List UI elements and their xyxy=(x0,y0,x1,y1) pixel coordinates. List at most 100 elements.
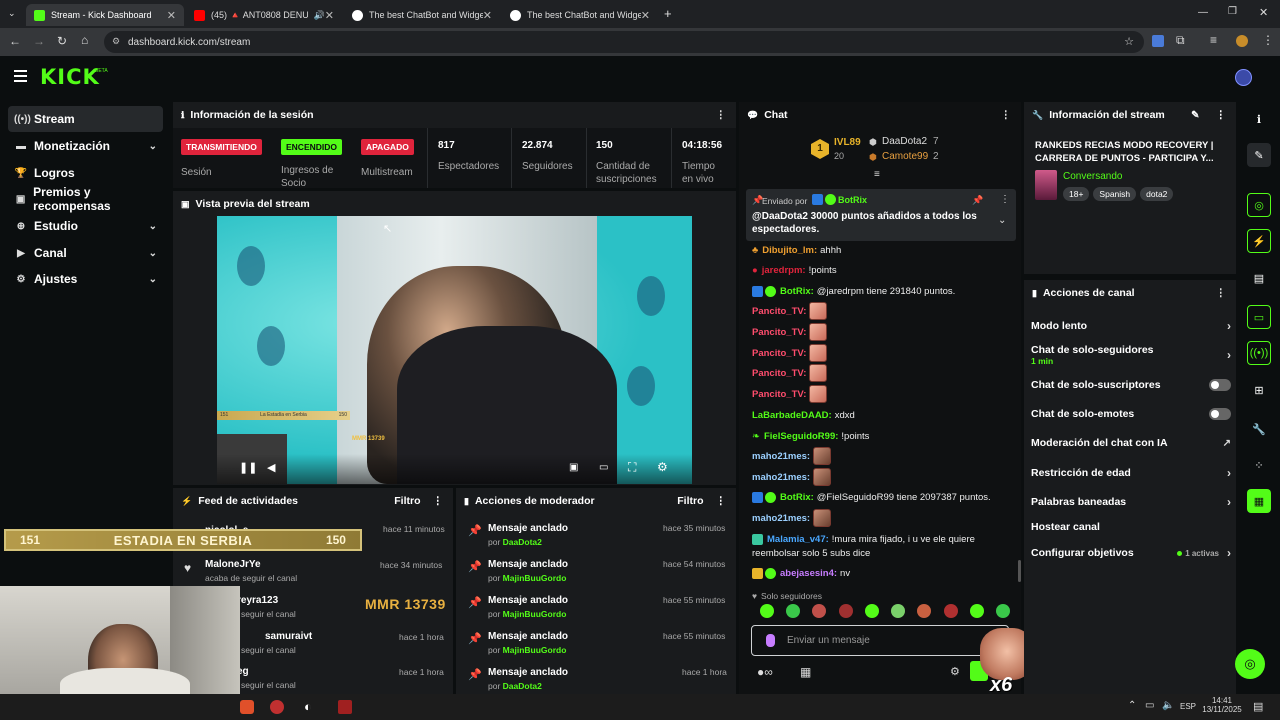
filter-button[interactable]: Filtro xyxy=(677,495,703,507)
mod-user[interactable]: DaaDota2 xyxy=(503,537,542,547)
tab-chatbot-1[interactable]: The best ChatBot and Widgets ✕ xyxy=(344,4,500,26)
info-icon[interactable]: ℹ xyxy=(1247,107,1271,131)
close-icon[interactable]: ✕ xyxy=(483,9,492,22)
tag[interactable]: Spanish xyxy=(1093,187,1137,201)
chat-user[interactable]: LaBarbadeDAAD: xyxy=(752,410,832,421)
chat-user[interactable]: FielSeguidoR99: xyxy=(764,431,838,442)
edit-icon[interactable]: ✎ xyxy=(1191,110,1199,121)
emote-icon[interactable] xyxy=(812,604,827,618)
subs-only-row[interactable]: Chat de solo-suscriptores xyxy=(1031,375,1231,395)
mod-user[interactable]: MajinBuuGordo xyxy=(503,573,567,583)
support-chat-button[interactable]: ◎ xyxy=(1235,649,1265,679)
new-tab-icon[interactable]: + xyxy=(664,6,672,21)
feed-user[interactable]: samuraivt xyxy=(265,631,312,642)
extensions-icon[interactable]: ⧉ xyxy=(1176,33,1185,48)
document-icon[interactable]: ▤ xyxy=(1247,266,1271,290)
close-icon[interactable]: ✕ xyxy=(167,9,176,22)
close-icon[interactable]: ✕ xyxy=(641,9,650,22)
followers-only-row[interactable]: Chat de solo-seguidores 1 min › xyxy=(1031,344,1231,368)
bookmark-star-icon[interactable]: ☆ xyxy=(1124,35,1134,48)
volume-icon[interactable]: ◀ xyxy=(267,461,275,474)
chat-user[interactable]: maho21mes: xyxy=(752,451,810,462)
mod-user[interactable]: MajinBuuGordo xyxy=(503,645,567,655)
chat-user[interactable]: abejasesin4: xyxy=(780,568,837,579)
language-indicator[interactable]: ESP xyxy=(1180,702,1196,711)
brave-icon[interactable] xyxy=(240,700,254,714)
apps-icon[interactable]: ⁘ xyxy=(1247,453,1271,477)
wrench-icon[interactable]: 🔧 xyxy=(1247,417,1271,441)
microphone-icon[interactable] xyxy=(766,634,775,647)
reload-icon[interactable]: ↻ xyxy=(57,34,67,48)
more-options-icon[interactable]: ⋮ xyxy=(1001,109,1012,121)
pip-icon[interactable]: ▣ xyxy=(569,462,578,473)
mod-user[interactable]: MajinBuuGordo xyxy=(503,609,567,619)
sidebar-item-canal[interactable]: ▶ Canal ⌄ xyxy=(8,240,163,266)
tab-list-icon[interactable]: ⌄ xyxy=(8,8,16,19)
kick-logo[interactable]: KICK xyxy=(40,65,100,89)
chat-user[interactable]: Malamia_v47: xyxy=(767,534,829,545)
more-options-icon[interactable]: ⋮ xyxy=(1216,109,1227,121)
theater-icon[interactable]: ▭ xyxy=(599,462,608,473)
emotes-only-row[interactable]: Chat de solo-emotes xyxy=(1031,404,1231,424)
feed-user[interactable]: MaloneJrYe xyxy=(205,559,261,570)
emote-icon[interactable] xyxy=(838,604,853,618)
chat-icon[interactable]: ▭ xyxy=(1247,305,1271,329)
sidebar-item-logros[interactable]: 🏆 Logros xyxy=(8,160,163,186)
chat-user[interactable]: Pancito_TV: xyxy=(752,389,806,400)
tag[interactable]: dota2 xyxy=(1140,187,1174,201)
speaker-icon[interactable]: 🔈 xyxy=(1162,700,1174,711)
chevron-up-icon[interactable]: ⌃ xyxy=(1128,700,1136,711)
scan-icon[interactable]: ◎ xyxy=(1247,193,1271,217)
chat-scrollbar[interactable] xyxy=(1018,560,1021,582)
user-avatar[interactable] xyxy=(1235,69,1252,86)
sidebar-item-estudio[interactable]: ⊕ Estudio ⌄ xyxy=(8,213,163,239)
hamburger-menu-icon[interactable] xyxy=(14,70,27,82)
notifications-icon[interactable]: ▤ xyxy=(1253,700,1263,713)
bolt-icon[interactable]: ⚡ xyxy=(1247,229,1271,253)
emotes-only-toggle[interactable] xyxy=(1209,408,1231,420)
host-channel-row[interactable]: Hostear canal xyxy=(1031,517,1231,537)
chat-user[interactable]: maho21mes: xyxy=(752,513,810,524)
speaker-icon[interactable]: 🔊 xyxy=(314,10,325,21)
store-icon[interactable]: ▦ xyxy=(800,665,811,679)
tag[interactable]: 18+ xyxy=(1063,187,1090,201)
sidebar-item-ajustes[interactable]: ⚙ Ajustes ⌄ xyxy=(8,266,163,292)
home-icon[interactable]: ⌂ xyxy=(81,33,88,47)
chat-user[interactable]: Pancito_TV: xyxy=(752,327,806,338)
sidebar-item-monetizacion[interactable]: ▬ Monetización ⌄ xyxy=(8,133,163,159)
site-info-icon[interactable]: ⚙ xyxy=(112,36,120,47)
category-name[interactable]: Conversando xyxy=(1063,171,1122,182)
ai-moderation-row[interactable]: Moderación del chat con IA ↗ xyxy=(1031,433,1231,453)
playlist-icon[interactable]: ≡ xyxy=(1210,33,1217,47)
tab-chatbot-2[interactable]: The best ChatBot and Widgets ✕ xyxy=(502,4,658,26)
network-icon[interactable]: ▭ xyxy=(1145,700,1154,711)
emote-icon[interactable] xyxy=(917,604,932,618)
app-icon[interactable] xyxy=(270,700,284,714)
dota-icon[interactable] xyxy=(338,700,352,714)
restore-icon[interactable]: ❐ xyxy=(1228,6,1237,17)
channel-points-icon[interactable]: ●∞ xyxy=(757,665,773,679)
emote-icon[interactable] xyxy=(995,604,1010,618)
settings-icon[interactable]: ⚙ xyxy=(657,460,668,474)
mod-user[interactable]: DaaDota2 xyxy=(503,681,542,691)
url-field[interactable]: ⚙ dashboard.kick.com/stream ☆ xyxy=(104,31,1144,53)
clapper-icon[interactable]: ▦ xyxy=(1247,489,1271,513)
pinned-bot-name[interactable]: BotRix xyxy=(838,195,867,205)
emote-icon[interactable] xyxy=(760,604,774,618)
profile-icon[interactable] xyxy=(1236,35,1248,47)
sidebar-item-stream[interactable]: ((•)) Stream xyxy=(8,106,163,132)
app-icon[interactable]: ◐ xyxy=(304,699,312,714)
edit-icon[interactable]: ✎ xyxy=(1247,143,1271,167)
translate-icon[interactable] xyxy=(1152,35,1164,47)
tab-youtube[interactable]: (45) 🔺 ANT0808 DENUNC 🔊 ✕ xyxy=(186,4,342,26)
leader-name[interactable]: Camote99 xyxy=(882,151,928,162)
browser-menu-icon[interactable]: ⋮ xyxy=(1262,33,1274,47)
chat-user[interactable]: jaredrpm: xyxy=(762,265,806,276)
leader-name[interactable]: IVL89 xyxy=(834,137,861,148)
pause-icon[interactable]: ❚❚ xyxy=(239,461,257,474)
more-options-icon[interactable]: ⋮ xyxy=(433,495,444,507)
chat-user[interactable]: maho21mes: xyxy=(752,472,810,483)
chevron-down-icon[interactable]: ⌄ xyxy=(998,215,1006,226)
more-options-icon[interactable]: ⋮ xyxy=(716,495,727,507)
forward-icon[interactable]: → xyxy=(33,34,45,48)
